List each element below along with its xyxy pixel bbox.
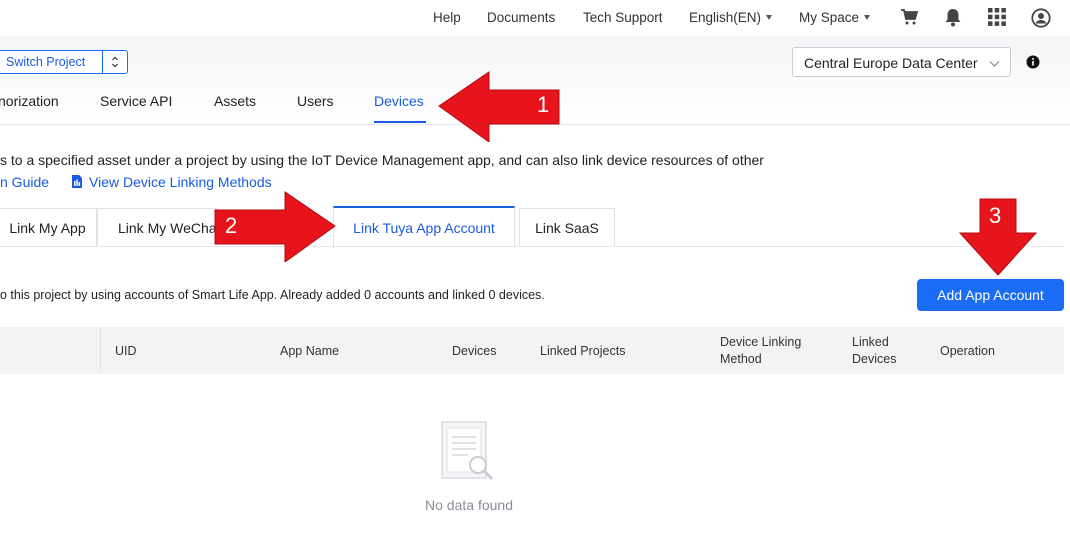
- data-center-value: Central Europe Data Center: [804, 55, 978, 71]
- active-tab-indicator: [374, 121, 426, 123]
- add-app-account-button[interactable]: Add App Account: [917, 279, 1064, 311]
- switch-project-button[interactable]: Switch Project: [0, 50, 103, 74]
- column-header-linked-devices: Linked Devices: [852, 335, 897, 366]
- subtab-link-saas[interactable]: Link SaaS: [519, 208, 615, 247]
- tech-support-link[interactable]: Tech Support: [583, 10, 663, 25]
- annotation-number-1: 1: [537, 92, 550, 117]
- user-avatar-icon[interactable]: [1031, 8, 1051, 33]
- my-space-label: My Space: [799, 10, 860, 25]
- table-header: UID App Name Devices Linked Projects Dev…: [0, 327, 1064, 374]
- column-header-uid: UID: [115, 344, 137, 358]
- empty-document-icon: [440, 421, 498, 488]
- tab-devices[interactable]: Devices: [374, 93, 424, 109]
- data-center-select[interactable]: Central Europe Data Center: [792, 47, 1011, 77]
- switch-project-dropdown[interactable]: [102, 50, 128, 74]
- chevron-down-icon: [766, 15, 773, 20]
- page-description: s to a specified asset under a project b…: [0, 152, 764, 168]
- column-header-devices: Devices: [452, 344, 497, 358]
- column-header-operation: Operation: [940, 344, 995, 358]
- view-methods-label: View Device Linking Methods: [89, 174, 272, 190]
- subtab-link-my-app[interactable]: Link My App: [0, 208, 97, 247]
- annotation-number-3: 3: [989, 203, 1002, 228]
- column-header-device-linking-method: Device Linking Method: [720, 335, 802, 366]
- cart-icon[interactable]: [900, 8, 919, 31]
- up-down-chevron-icon: [112, 56, 118, 68]
- bell-icon[interactable]: [944, 8, 962, 32]
- subtab-link-my-wechat[interactable]: Link My WeCha: [97, 208, 217, 247]
- accounts-summary-text: o this project by using accounts of Smar…: [0, 288, 545, 302]
- column-header-linked-projects: Linked Projects: [540, 344, 626, 358]
- language-label: English(EN): [689, 10, 762, 25]
- annotation-number-2: 2: [225, 213, 238, 238]
- info-icon[interactable]: [1026, 55, 1040, 74]
- language-selector[interactable]: English(EN): [689, 10, 773, 25]
- top-navigation-bar: Help Documents Tech Support English(EN) …: [0, 0, 1070, 36]
- chevron-down-icon: [864, 15, 871, 20]
- subtab-link-tuya-app-account[interactable]: Link Tuya App Account: [333, 206, 515, 248]
- tab-assets[interactable]: Assets: [214, 93, 256, 109]
- help-link[interactable]: Help: [433, 10, 461, 25]
- view-device-linking-methods-link[interactable]: View Device Linking Methods: [71, 174, 272, 190]
- document-icon: [72, 175, 82, 188]
- column-header-app-name: App Name: [280, 344, 340, 358]
- tab-users[interactable]: Users: [297, 93, 334, 109]
- subtab-divider: [0, 246, 1064, 247]
- empty-state-text: No data found: [425, 497, 513, 513]
- documents-link[interactable]: Documents: [487, 10, 555, 25]
- tab-authorization[interactable]: norization: [0, 93, 59, 109]
- my-space-menu[interactable]: My Space: [799, 10, 871, 25]
- column-divider: [100, 327, 101, 374]
- chevron-down-icon: [989, 56, 1000, 72]
- apps-grid-icon[interactable]: [988, 8, 1006, 31]
- tab-service-api[interactable]: Service API: [100, 93, 172, 109]
- guide-link[interactable]: n Guide: [0, 174, 49, 190]
